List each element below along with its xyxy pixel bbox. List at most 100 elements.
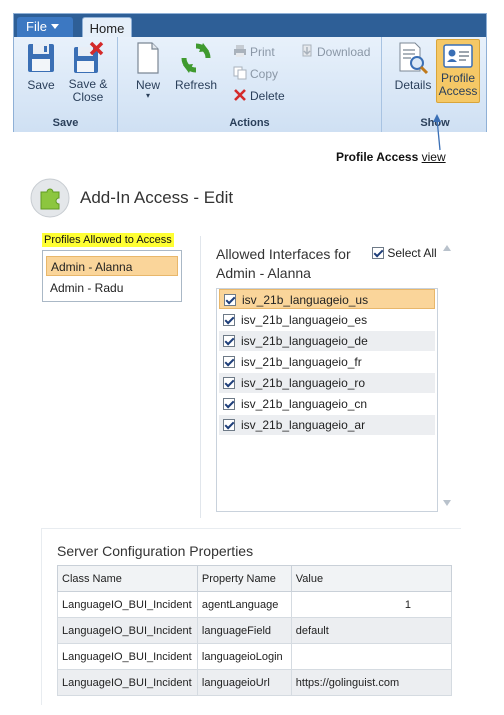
table-row[interactable]: LanguageIO_BUI_Incident languageioLogin <box>57 643 453 670</box>
server-config-panel: Server Configuration Properties Class Na… <box>41 528 461 705</box>
callout-view-text: view <box>421 150 446 164</box>
home-tab[interactable]: Home <box>82 17 132 38</box>
value-cell[interactable]: https://golinguist.com <box>290 669 453 696</box>
profile-item[interactable]: Admin - Radu <box>46 278 178 298</box>
scroll-down-arrow-icon[interactable] <box>443 500 451 506</box>
actions-group-label: Actions <box>229 117 270 129</box>
table-header-row: Class Name Property Name Value <box>57 565 453 592</box>
refresh-label: Refresh <box>174 78 218 92</box>
column-header[interactable]: Property Name <box>196 565 292 592</box>
checkbox-checked-icon <box>372 247 384 259</box>
profile-item[interactable]: Admin - Alanna <box>46 256 178 276</box>
save-close-icon <box>74 41 104 73</box>
interface-label: isv_21b_languageio_ro <box>241 376 366 390</box>
file-tab-label: File <box>26 19 47 34</box>
dropdown-arrow-icon: ▾ <box>145 91 150 100</box>
download-icon <box>302 44 312 57</box>
print-button[interactable]: Print <box>233 43 275 61</box>
table-row[interactable]: LanguageIO_BUI_Incident languageioUrl ht… <box>57 669 453 696</box>
column-header[interactable]: Class Name <box>57 565 198 592</box>
callout-caption: Profile Access view <box>336 150 446 164</box>
profiles-label: Profiles Allowed to Access <box>42 233 174 247</box>
property-name-cell: languageField <box>196 617 292 644</box>
printer-icon <box>234 45 246 57</box>
profile-card-icon <box>443 44 473 68</box>
delete-label: Delete <box>250 89 285 103</box>
interface-row[interactable]: isv_21b_languageio_ro <box>219 373 435 393</box>
interface-label: isv_21b_languageio_ar <box>241 418 366 432</box>
save-close-label-line2: Close <box>72 90 104 104</box>
details-button[interactable]: Details <box>392 41 434 92</box>
property-name-cell: languageioUrl <box>196 669 292 696</box>
class-name-cell: LanguageIO_BUI_Incident <box>57 617 198 644</box>
add-in-puzzle-icon <box>30 178 70 218</box>
new-document-icon <box>137 42 159 74</box>
interface-label: isv_21b_languageio_fr <box>241 355 362 369</box>
interface-label: isv_21b_languageio_de <box>241 334 368 348</box>
refresh-button[interactable]: Refresh <box>174 41 218 92</box>
copy-label: Copy <box>250 67 279 81</box>
table-row[interactable]: LanguageIO_BUI_Incident languageField de… <box>57 617 453 644</box>
interface-row[interactable]: isv_21b_languageio_us <box>219 289 435 309</box>
save-button[interactable]: Save <box>22 41 60 92</box>
print-label: Print <box>250 45 275 59</box>
class-name-cell: LanguageIO_BUI_Incident <box>57 591 198 618</box>
interfaces-title: Allowed Interfaces for Admin - Alanna <box>216 246 351 281</box>
details-label: Details <box>394 78 432 92</box>
caret-down-icon <box>50 24 59 29</box>
refresh-icon <box>181 43 211 73</box>
server-config-title: Server Configuration Properties <box>57 543 254 559</box>
interfaces-list: isv_21b_languageio_us isv_21b_languageio… <box>216 288 438 512</box>
value-cell[interactable] <box>290 643 453 670</box>
delete-button[interactable]: Delete <box>233 87 285 105</box>
interface-row[interactable]: isv_21b_languageio_de <box>219 331 435 351</box>
download-button[interactable]: Download <box>300 43 370 61</box>
floppy-disk-icon <box>28 44 54 72</box>
editor-title: Add-In Access - Edit <box>80 188 234 207</box>
interface-row[interactable]: isv_21b_languageio_cn <box>219 394 435 414</box>
property-name-cell: languageioLogin <box>196 643 292 670</box>
checkbox-checked-icon[interactable] <box>224 294 236 306</box>
save-group-label: Save <box>52 117 79 129</box>
save-label: Save <box>27 78 55 92</box>
select-all-checkbox[interactable]: Select All <box>372 246 437 260</box>
class-name-cell: LanguageIO_BUI_Incident <box>57 643 198 670</box>
interface-row[interactable]: isv_21b_languageio_es <box>219 310 435 330</box>
interface-row[interactable]: isv_21b_languageio_ar <box>219 415 435 435</box>
interfaces-panel: Allowed Interfaces for Admin - Alanna Se… <box>200 236 454 518</box>
actions-group: New ▾ Refresh Print Copy Delete Download… <box>118 37 382 132</box>
copy-button[interactable]: Copy <box>233 65 278 83</box>
copy-icon <box>233 66 247 80</box>
scroll-up-arrow-icon[interactable] <box>443 245 451 251</box>
table-row[interactable]: LanguageIO_BUI_Incident agentLanguage 1 <box>57 591 453 618</box>
profile-access-button[interactable]: Profile Access <box>436 39 480 103</box>
checkbox-checked-icon[interactable] <box>223 314 235 326</box>
new-button[interactable]: New ▾ <box>130 41 166 100</box>
interface-label: isv_21b_languageio_us <box>242 293 369 307</box>
delete-x-icon <box>234 89 246 101</box>
ribbon: File Home Save Save & Close Save New ▾ R… <box>13 13 487 132</box>
profile-access-label-line2: Access <box>438 84 478 98</box>
save-close-button[interactable]: Save & Close <box>66 41 110 104</box>
value-cell[interactable]: 1 <box>290 591 453 618</box>
interface-row[interactable]: isv_21b_languageio_fr <box>219 352 435 372</box>
select-all-label: Select All <box>387 246 437 260</box>
details-magnifier-icon <box>399 42 429 75</box>
new-label: New <box>135 78 160 92</box>
callout-arrow-icon <box>433 114 441 151</box>
checkbox-checked-icon[interactable] <box>223 398 235 410</box>
value-cell[interactable]: default <box>290 617 453 644</box>
checkbox-checked-icon[interactable] <box>223 356 235 368</box>
file-tab[interactable]: File <box>17 17 73 37</box>
checkbox-checked-icon[interactable] <box>223 377 235 389</box>
interface-label: isv_21b_languageio_cn <box>241 397 368 411</box>
download-label: Download <box>317 45 371 59</box>
interface-label: isv_21b_languageio_es <box>241 313 368 327</box>
class-name-cell: LanguageIO_BUI_Incident <box>57 669 198 696</box>
profiles-list: Admin - Alanna Admin - Radu <box>42 250 182 302</box>
ribbon-body: Save Save & Close Save New ▾ Refresh Pri… <box>14 37 486 132</box>
checkbox-checked-icon[interactable] <box>223 335 235 347</box>
property-name-cell: agentLanguage <box>196 591 292 618</box>
column-header[interactable]: Value <box>290 565 453 592</box>
checkbox-checked-icon[interactable] <box>223 419 235 431</box>
